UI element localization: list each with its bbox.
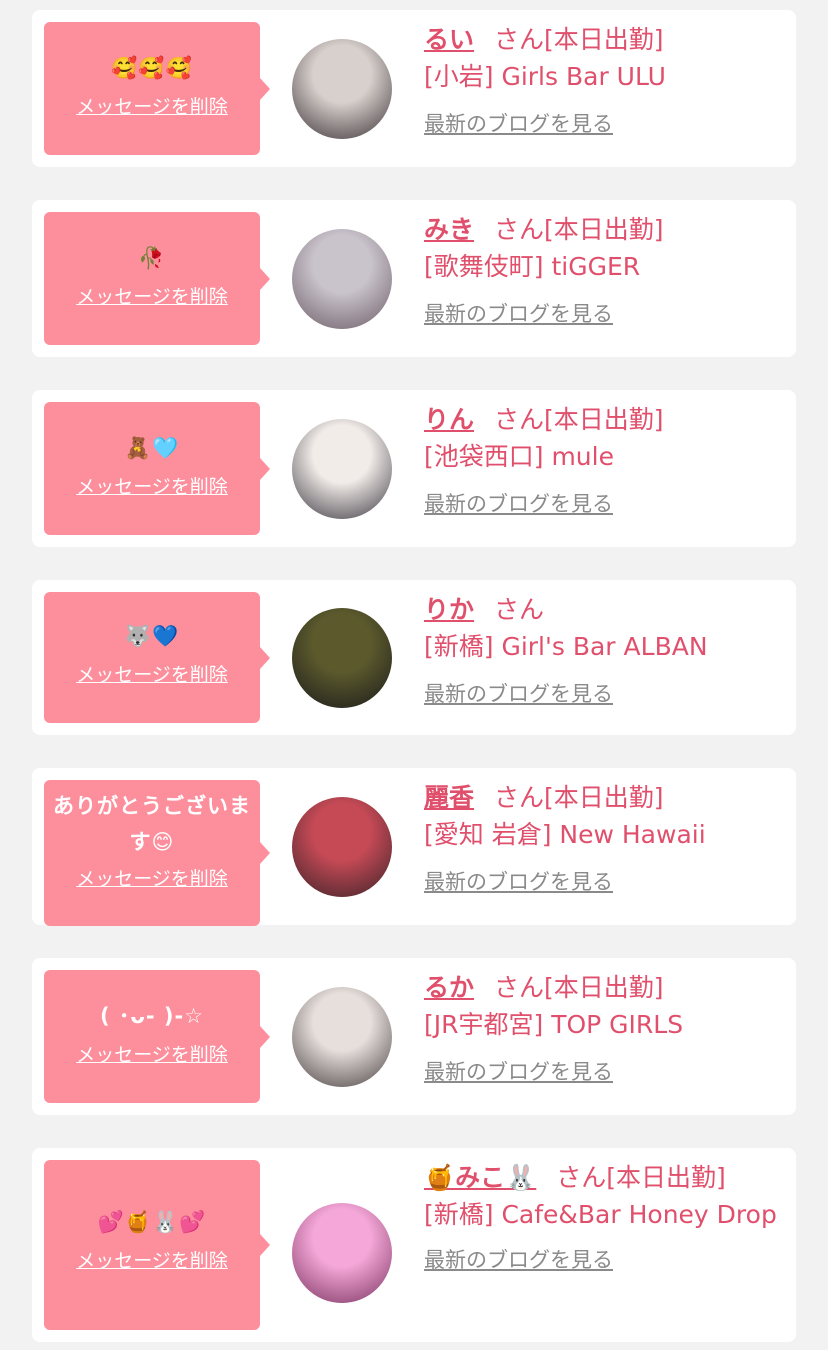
- shop-name: [JR宇都宮] TOP GIRLS: [424, 1010, 684, 1039]
- cast-name-link[interactable]: みき: [424, 215, 474, 244]
- avatar[interactable]: [292, 987, 392, 1087]
- name-line: りん さん[本日出勤]: [424, 402, 786, 438]
- shop-name: [新橋] Girl's Bar ALBAN: [424, 632, 708, 661]
- on-duty-badge: [本日出勤]: [544, 783, 664, 812]
- name-line: 麗香 さん[本日出勤]: [424, 780, 786, 816]
- shop-name: [小岩] Girls Bar ULU: [424, 62, 666, 91]
- honorific-label: さん: [556, 1163, 607, 1192]
- name-line: みき さん[本日出勤]: [424, 212, 786, 248]
- on-duty-badge: [本日出勤]: [606, 1163, 726, 1192]
- avatar[interactable]: [292, 229, 392, 329]
- delete-message-link[interactable]: メッセージを削除: [76, 282, 228, 309]
- cast-name-link[interactable]: るい: [424, 25, 474, 54]
- message-bubble: 🐺💙 メッセージを削除: [44, 592, 270, 723]
- avatar[interactable]: [292, 608, 392, 708]
- cast-name-link[interactable]: りか: [424, 595, 474, 624]
- message-card: ありがとうございます😊 メッセージを削除 麗香 さん[本日出勤] [愛知 岩倉] …: [32, 768, 796, 926]
- cast-info: 麗香 さん[本日出勤] [愛知 岩倉] New Hawaii 最新のブログを見る: [424, 780, 786, 896]
- delete-message-link[interactable]: メッセージを削除: [76, 1040, 228, 1067]
- delete-message-link[interactable]: メッセージを削除: [76, 1246, 228, 1273]
- message-card: 🐺💙 メッセージを削除 りか さん [新橋] Girl's Bar ALBAN 最…: [32, 580, 796, 735]
- cast-name-link[interactable]: 🍯みこ🐰: [424, 1163, 536, 1192]
- latest-blog-link[interactable]: 最新のブログを見る: [424, 108, 613, 138]
- message-bubble: ( ･ᴗ- )-☆ メッセージを削除: [44, 970, 270, 1103]
- message-card: 🥰🥰🥰 メッセージを削除 るい さん[本日出勤] [小岩] Girls Bar U…: [32, 10, 796, 167]
- latest-blog-link[interactable]: 最新のブログを見る: [424, 1056, 613, 1086]
- message-text: ありがとうございます😊: [53, 794, 251, 854]
- cast-info: みき さん[本日出勤] [歌舞伎町] tiGGER 最新のブログを見る: [424, 212, 786, 328]
- name-line: りか さん: [424, 592, 786, 628]
- on-duty-badge: [本日出勤]: [544, 215, 664, 244]
- latest-blog-link[interactable]: 最新のブログを見る: [424, 1244, 613, 1274]
- message-bubble: ありがとうございます😊 メッセージを削除: [44, 780, 270, 926]
- message-card: 🧸🩵 メッセージを削除 りん さん[本日出勤] [池袋西口] mule 最新のブロ…: [32, 390, 796, 547]
- latest-blog-link[interactable]: 最新のブログを見る: [424, 298, 613, 328]
- latest-blog-link[interactable]: 最新のブログを見る: [424, 866, 613, 896]
- honorific-label: さん: [494, 783, 545, 812]
- message-text: ( ･ᴗ- )-☆: [99, 1004, 204, 1028]
- shop-name: [池袋西口] mule: [424, 442, 614, 471]
- on-duty-badge: [本日出勤]: [544, 405, 664, 434]
- honorific-label: さん: [494, 973, 545, 1002]
- on-duty-badge: [本日出勤]: [544, 973, 664, 1002]
- message-bubble: 💕🍯🐰💕 メッセージを削除: [44, 1160, 270, 1330]
- message-text: 🧸🩵: [124, 436, 180, 460]
- delete-message-link[interactable]: メッセージを削除: [76, 864, 228, 891]
- message-text: 🐺💙: [124, 624, 180, 648]
- message-card: 💕🍯🐰💕 メッセージを削除 🍯みこ🐰 さん[本日出勤] [新橋] Cafe&Bar…: [32, 1148, 796, 1342]
- message-text: 🥀: [138, 246, 166, 270]
- shop-name: [愛知 岩倉] New Hawaii: [424, 820, 706, 849]
- cast-info: りか さん [新橋] Girl's Bar ALBAN 最新のブログを見る: [424, 592, 786, 708]
- message-bubble: 🧸🩵 メッセージを削除: [44, 402, 270, 535]
- message-text: 💕🍯🐰💕: [97, 1210, 207, 1234]
- honorific-label: さん: [494, 25, 545, 54]
- avatar[interactable]: [292, 1203, 392, 1303]
- avatar[interactable]: [292, 797, 392, 897]
- cast-info: るか さん[本日出勤] [JR宇都宮] TOP GIRLS 最新のブログを見る: [424, 970, 786, 1086]
- cast-info: りん さん[本日出勤] [池袋西口] mule 最新のブログを見る: [424, 402, 786, 518]
- cast-name-link[interactable]: るか: [424, 973, 474, 1002]
- message-card: 🥀 メッセージを削除 みき さん[本日出勤] [歌舞伎町] tiGGER 最新のブ…: [32, 200, 796, 357]
- avatar[interactable]: [292, 39, 392, 139]
- delete-message-link[interactable]: メッセージを削除: [76, 92, 228, 119]
- honorific-label: さん: [494, 405, 545, 434]
- name-line: 🍯みこ🐰 さん[本日出勤]: [424, 1160, 786, 1196]
- latest-blog-link[interactable]: 最新のブログを見る: [424, 488, 613, 518]
- delete-message-link[interactable]: メッセージを削除: [76, 472, 228, 499]
- honorific-label: さん: [494, 595, 545, 624]
- message-bubble: 🥀 メッセージを削除: [44, 212, 270, 345]
- honorific-label: さん: [494, 215, 545, 244]
- cast-info: るい さん[本日出勤] [小岩] Girls Bar ULU 最新のブログを見る: [424, 22, 786, 138]
- cast-name-link[interactable]: 麗香: [424, 783, 474, 812]
- shop-name: [新橋] Cafe&Bar Honey Drop: [424, 1200, 777, 1229]
- name-line: るか さん[本日出勤]: [424, 970, 786, 1006]
- cast-name-link[interactable]: りん: [424, 405, 474, 434]
- avatar[interactable]: [292, 419, 392, 519]
- message-bubble: 🥰🥰🥰 メッセージを削除: [44, 22, 270, 155]
- name-line: るい さん[本日出勤]: [424, 22, 786, 58]
- message-card: ( ･ᴗ- )-☆ メッセージを削除 るか さん[本日出勤] [JR宇都宮] TO…: [32, 958, 796, 1115]
- delete-message-link[interactable]: メッセージを削除: [76, 660, 228, 687]
- message-list: 🥰🥰🥰 メッセージを削除 るい さん[本日出勤] [小岩] Girls Bar U…: [0, 0, 828, 1350]
- on-duty-badge: [本日出勤]: [544, 25, 664, 54]
- shop-name: [歌舞伎町] tiGGER: [424, 252, 641, 281]
- latest-blog-link[interactable]: 最新のブログを見る: [424, 678, 613, 708]
- cast-info: 🍯みこ🐰 さん[本日出勤] [新橋] Cafe&Bar Honey Drop 最新…: [424, 1160, 786, 1274]
- message-text: 🥰🥰🥰: [111, 56, 193, 80]
